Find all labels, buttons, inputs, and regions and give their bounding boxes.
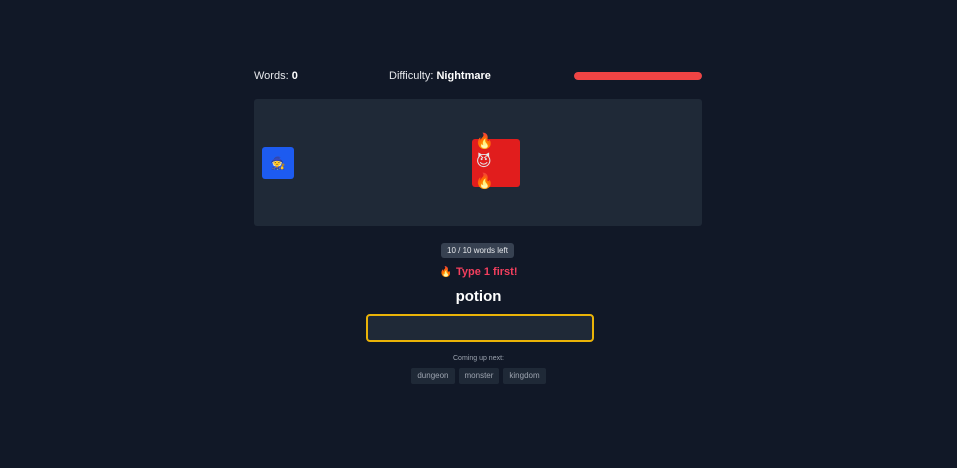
enemy-character: 🔥 😈 🔥	[472, 134, 520, 190]
difficulty-indicator: Difficulty: Nightmare	[389, 70, 491, 82]
upcoming-word-chip: kingdom	[503, 368, 546, 384]
coming-up-label: Coming up next:	[453, 355, 504, 362]
target-word: potion	[455, 288, 502, 305]
fire-icon: 🔥	[439, 267, 452, 278]
player-character: 🧙	[262, 147, 294, 179]
enemy-health-bar	[574, 72, 702, 80]
upcoming-word-chip: dungeon	[411, 368, 455, 384]
upcoming-word-chip: monster	[458, 368, 500, 384]
hud: Words: 0 Difficulty: Nightmare	[254, 68, 702, 84]
words-counter: Words: 0	[254, 70, 298, 82]
words-label: Words:	[254, 70, 289, 82]
devil-face-icon: 😈	[476, 153, 492, 170]
difficulty-label: Difficulty:	[389, 70, 434, 82]
fire-icon: 🔥	[475, 173, 494, 190]
warning-message: 🔥 Type 1 first!	[0, 266, 957, 278]
upcoming-words: dungeon monster kingdom	[0, 368, 957, 384]
difficulty-value: Nightmare	[436, 70, 491, 82]
fire-icon: 🔥	[475, 133, 494, 150]
battle-arena: 🧙 🔥 😈 🔥	[254, 99, 702, 226]
words-value: 0	[291, 70, 298, 82]
typing-input[interactable]	[366, 314, 594, 342]
enemy-health-fill	[574, 72, 702, 80]
warning-text: Type 1 first!	[455, 266, 518, 278]
words-left-badge: 10 / 10 words left	[441, 243, 514, 258]
wizard-icon: 🧙	[270, 156, 286, 170]
